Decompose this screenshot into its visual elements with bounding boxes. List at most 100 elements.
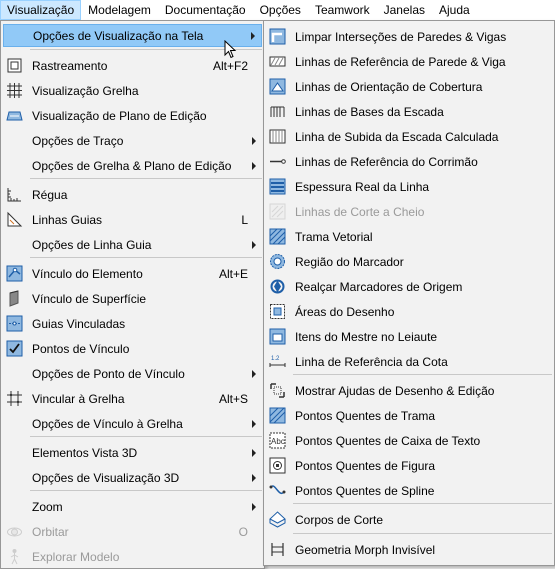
- menu-item-visualizacao-de-plano-de-edicao[interactable]: Visualização de Plano de Edição: [3, 104, 262, 127]
- menu-item-label: Vínculo do Elemento: [32, 266, 143, 281]
- roof-pivot-lines-icon: [268, 77, 287, 96]
- submenu-item-linha-de-referencia-da-cota[interactable]: 1.2 Linha de Referência da Cota: [266, 350, 552, 373]
- submenu-arrow-icon: [252, 448, 256, 457]
- submenu-arrow-icon: [252, 502, 256, 511]
- clean-intersections-icon: [268, 27, 287, 46]
- hidden-morph-icon: [268, 540, 287, 559]
- submenu-item-linhas-de-referencia-de-parede-viga[interactable]: Linhas de Referência de Parede & Viga: [266, 50, 552, 73]
- editing-plane-icon: [5, 106, 24, 125]
- menubar-modelagem[interactable]: Modelagem: [81, 0, 158, 20]
- menubar-teamwork[interactable]: Teamwork: [308, 0, 377, 20]
- dimension-reference-icon: 1.2: [268, 352, 287, 371]
- menu-item-label: Pontos Quentes de Figura: [295, 458, 436, 473]
- submenu-item-geometria-morph-invisivel[interactable]: Geometria Morph Invisível: [266, 538, 552, 561]
- cutting-bodies-icon: [268, 510, 287, 529]
- menu-item-label: Visualização Grelha: [32, 83, 139, 98]
- menu-item-label: Região do Marcador: [295, 254, 404, 269]
- railing-reference-icon: [268, 152, 287, 171]
- menu-item-label: Corpos de Corte: [295, 512, 384, 527]
- menu-item-label: Pontos de Vínculo: [32, 341, 130, 356]
- menu-item-label: Linha de Subida da Escada Calculada: [295, 129, 499, 144]
- submenu-item-pontos-quentes-de-spline[interactable]: Pontos Quentes de Spline: [266, 479, 552, 502]
- menu-item-label: Elementos Vista 3D: [32, 445, 138, 460]
- submenu-item-mostrar-ajudas-de-desenho-edicao[interactable]: Mostrar Ajudas de Desenho & Edição: [266, 379, 552, 402]
- menu-item-visualizacao-grelha[interactable]: Visualização Grelha: [3, 79, 262, 102]
- submenu-item-pontos-quentes-de-figura[interactable]: Pontos Quentes de Figura: [266, 454, 552, 477]
- menu-item-label: Opções de Linha Guia: [32, 237, 152, 252]
- menu-item-pontos-de-vinculo[interactable]: Pontos de Vínculo: [3, 337, 262, 360]
- menu-item-linhas-guias[interactable]: Linhas Guias L: [3, 208, 262, 231]
- submenu-item-trama-vetorial[interactable]: Trama Vetorial: [266, 225, 552, 248]
- menu-item-label: Espessura Real da Linha: [295, 179, 430, 194]
- menu-item-label: Opções de Vínculo à Grelha: [32, 416, 183, 431]
- menu-item-elementos-vista-3d[interactable]: Elementos Vista 3D: [3, 441, 262, 464]
- true-line-weight-icon: [268, 177, 287, 196]
- menubar-opcoes[interactable]: Opções: [253, 0, 308, 20]
- menu-item-label: Opções de Ponto de Vínculo: [32, 366, 185, 381]
- submenu-arrow-icon: [251, 31, 255, 40]
- textbox-hotspots-icon: Abc: [268, 431, 287, 450]
- snap-points-icon: [5, 339, 24, 358]
- surface-snap-icon: [5, 289, 24, 308]
- submenu-item-linhas-de-corte-a-cheio: Linhas de Corte a Cheio: [266, 200, 552, 223]
- submenu-item-areas-do-desenho[interactable]: Áreas do Desenho: [266, 300, 552, 323]
- menu-item-label: Régua: [32, 187, 68, 202]
- menubar-ajuda[interactable]: Ajuda: [432, 0, 477, 20]
- menu-item-opcoes-de-traco[interactable]: Opções de Traço: [3, 129, 262, 152]
- menu-item-regua[interactable]: Régua: [3, 183, 262, 206]
- menu-item-label: Linhas de Corte a Cheio: [295, 204, 425, 219]
- menu-item-guias-vinculadas[interactable]: Guias Vinculadas: [3, 312, 262, 335]
- menu-item-label: Guias Vinculadas: [32, 316, 126, 331]
- submenu-item-itens-do-mestre-no-leiaute[interactable]: Itens do Mestre no Leiaute: [266, 325, 552, 348]
- submenu-arrow-icon: [252, 473, 256, 482]
- menu-item-opcoes-de-ponto-de-vinculo[interactable]: Opções de Ponto de Vínculo: [3, 362, 262, 385]
- menu-item-shortcut: Alt+E: [218, 266, 248, 281]
- submenu-item-regiao-do-marcador[interactable]: Região do Marcador: [266, 250, 552, 273]
- menu-item-opcoes-de-grelha-plano-de-edicao[interactable]: Opções de Grelha & Plano de Edição: [3, 154, 262, 177]
- submenu-arrow-icon: [252, 136, 256, 145]
- menu-item-vinculo-de-superficie[interactable]: Vínculo de Superfície: [3, 287, 262, 310]
- submenu-item-corpos-de-corte[interactable]: Corpos de Corte: [266, 508, 552, 531]
- menu-item-label: Opções de Visualização 3D: [32, 470, 180, 485]
- submenu-item-limpar-intersecoes-de-paredes-vigas[interactable]: Limpar Interseções de Paredes & Vigas: [266, 25, 552, 48]
- menu-item-orbitar: Orbitar O: [3, 520, 262, 543]
- menu-item-opcoes-de-linha-guia[interactable]: Opções de Linha Guia: [3, 233, 262, 256]
- menu-item-label: Zoom: [32, 499, 63, 514]
- submenu-item-linha-de-subida-da-escada-calculada[interactable]: Linha de Subida da Escada Calculada: [266, 125, 552, 148]
- menu-item-label: Linhas de Orientação de Cobertura: [295, 79, 483, 94]
- menubar-documentacao[interactable]: Documentação: [158, 0, 253, 20]
- menu-item-label: Rastreamento: [32, 58, 108, 73]
- submenu-item-pontos-quentes-de-trama[interactable]: Pontos Quentes de Trama: [266, 404, 552, 427]
- menubar-visualizacao[interactable]: Visualização: [0, 0, 82, 20]
- menu-separator: [30, 436, 262, 437]
- menu-item-vinculo-do-elemento[interactable]: Vínculo do Elemento Alt+E: [3, 262, 262, 285]
- menu-item-label: Geometria Morph Invisível: [295, 542, 436, 557]
- drafting-aids-icon: [268, 381, 287, 400]
- submenu-item-linhas-de-referencia-do-corrimao[interactable]: Linhas de Referência do Corrimão: [266, 150, 552, 173]
- submenu-item-espessura-real-da-linha[interactable]: Espessura Real da Linha: [266, 175, 552, 198]
- menu-item-label: Vínculo de Superfície: [32, 291, 147, 306]
- menu-separator: [30, 178, 262, 179]
- source-markers-icon: [268, 277, 287, 296]
- menu-item-label: Linhas de Bases da Escada: [295, 104, 444, 119]
- menu-item-opcoes-de-vinculo-a-grelha[interactable]: Opções de Vínculo à Grelha: [3, 412, 262, 435]
- menu-separator: [293, 374, 552, 375]
- menubar-janelas[interactable]: Janelas: [377, 0, 432, 20]
- menu-item-label: Trama Vetorial: [295, 229, 373, 244]
- menu-item-label: Limpar Interseções de Paredes & Vigas: [295, 29, 507, 44]
- submenu-item-pontos-quentes-de-caixa-de-texto[interactable]: Abc Pontos Quentes de Caixa de Texto: [266, 429, 552, 452]
- menu-item-opcoes-de-visualizacao-3d[interactable]: Opções de Visualização 3D: [3, 466, 262, 489]
- submenu-item-realcar-marcadores-de-origem[interactable]: Realçar Marcadores de Origem: [266, 275, 552, 298]
- menu-item-label: Linha de Referência da Cota: [295, 354, 448, 369]
- on-screen-view-options-submenu: Limpar Interseções de Paredes & Vigas Lin…: [263, 20, 555, 566]
- menu-item-label: Linhas de Referência do Corrimão: [295, 154, 478, 169]
- menu-item-label: Pontos Quentes de Spline: [295, 483, 435, 498]
- menu-item-zoom[interactable]: Zoom: [3, 495, 262, 518]
- menu-item-explorar-modelo: Explorar Modelo: [3, 545, 262, 568]
- menu-item-vincular-a-grelha[interactable]: Vincular à Grelha Alt+S: [3, 387, 262, 410]
- submenu-item-linhas-de-orientacao-de-cobertura[interactable]: Linhas de Orientação de Cobertura: [266, 75, 552, 98]
- menu-bar: Visualização Modelagem Documentação Opções T…: [0, 0, 555, 20]
- submenu-item-linhas-de-bases-da-escada[interactable]: Linhas de Bases da Escada: [266, 100, 552, 123]
- orbit-icon: [5, 522, 24, 541]
- snap-grid-icon: [5, 389, 24, 408]
